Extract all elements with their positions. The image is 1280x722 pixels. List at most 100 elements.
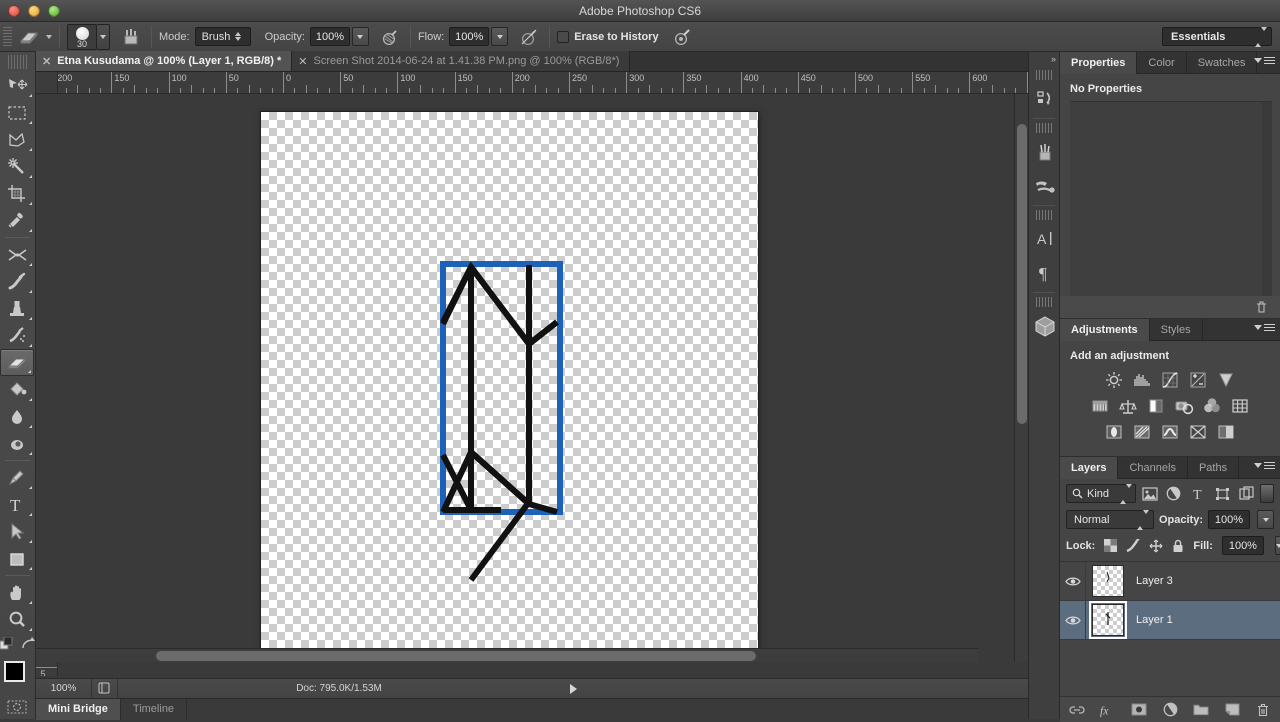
brightness-contrast-icon[interactable] [1103,370,1125,390]
table-row[interactable]: Layer 3 [1060,562,1280,601]
eraser-icon[interactable] [16,26,42,48]
lock-transparent-pixels-icon[interactable] [1104,539,1118,552]
3d-panel-icon[interactable] [1029,309,1061,343]
vertical-scrollbar[interactable] [1014,94,1028,662]
hue-saturation-icon[interactable] [1089,396,1111,416]
quick-mask-icon[interactable] [0,695,34,719]
exposure-icon[interactable] [1187,370,1209,390]
spot-healing-brush-tool[interactable] [0,241,34,268]
threshold-icon[interactable] [1159,422,1181,442]
layer-name[interactable]: Layer 3 [1130,575,1173,587]
tablet-pressure-opacity-icon[interactable] [377,26,403,48]
rectangular-marquee-tool[interactable] [0,99,34,126]
airbrush-icon[interactable] [670,26,696,48]
character-panel-icon[interactable]: A [1029,222,1061,256]
clone-stamp-tool[interactable] [0,295,34,322]
tablet-pressure-size-icon[interactable] [516,26,542,48]
brush-panel-icon[interactable] [118,26,144,48]
table-row[interactable]: Layer 1 [1060,601,1280,640]
black-white-icon[interactable] [1145,396,1167,416]
color-lookup-icon[interactable] [1229,396,1251,416]
pixel-layers-filter-icon[interactable] [1140,484,1160,503]
layer-filter-kind-select[interactable]: Kind [1066,483,1136,504]
rectangle-tool[interactable] [0,545,34,572]
swap-colors-icon[interactable] [21,637,35,651]
gradient-tool[interactable] [0,403,34,430]
delete-icon[interactable] [1255,300,1268,314]
tab-styles[interactable]: Styles [1150,319,1203,341]
default-colors-icon[interactable] [0,637,14,651]
horizontal-scrollbar[interactable] [36,648,978,662]
opacity-input[interactable]: 100% [309,27,350,46]
gradient-map-icon[interactable] [1187,422,1209,442]
brush-tool[interactable] [0,268,34,295]
layer-style-icon[interactable]: fx [1100,702,1116,718]
dock-grip[interactable] [1036,210,1052,220]
vertical-scroll-thumb[interactable] [1017,124,1027,424]
blur-tool[interactable] [0,430,34,457]
layer-visibility-toggle[interactable] [1060,601,1086,639]
color-swatches[interactable] [0,659,35,695]
status-menu-arrow-icon[interactable] [560,683,586,694]
invert-icon[interactable] [1103,422,1125,442]
add-layer-mask-icon[interactable] [1131,702,1147,718]
tab-timeline[interactable]: Timeline [121,698,188,720]
zoom-level-input[interactable]: 100% [36,678,92,699]
brush-preview[interactable]: 30 [67,23,97,50]
selective-color-icon[interactable] [1215,422,1237,442]
close-icon[interactable]: ✕ [298,55,307,68]
paragraph-panel-icon[interactable]: ¶ [1029,256,1061,290]
blend-mode-select[interactable]: Normal [1066,509,1154,530]
link-layers-icon[interactable] [1069,702,1085,718]
erase-to-history-checkbox[interactable] [557,30,570,43]
history-brush-tool[interactable] [0,322,34,349]
new-group-icon[interactable] [1193,702,1209,718]
properties-scrollbar[interactable] [1262,102,1272,296]
curves-icon[interactable] [1159,370,1181,390]
tab-color[interactable]: Color [1137,52,1187,74]
new-fill-adjustment-icon[interactable] [1162,702,1178,718]
dock-grip[interactable] [1036,70,1052,80]
brush-presets-panel-icon[interactable] [1029,169,1061,203]
color-balance-icon[interactable] [1117,396,1139,416]
lasso-tool[interactable] [0,126,34,153]
brush-preset-chevron-icon[interactable] [97,23,110,50]
expand-panels-icon[interactable]: » [1051,54,1056,64]
horizontal-ruler[interactable]: 200 150 100 50 0 50 100 150 200 250 300 350 400 450 50… [58,72,1028,94]
flow-input[interactable]: 100% [449,27,490,46]
tab-adjustments[interactable]: Adjustments [1060,319,1150,341]
document-preview-icon[interactable] [92,679,118,698]
layer-thumbnail-cell[interactable] [1086,565,1130,597]
adjustment-layers-filter-icon[interactable] [1164,484,1184,503]
panel-menu-icon[interactable] [1254,57,1275,64]
panel-menu-icon[interactable] [1254,462,1275,469]
tab-swatches[interactable]: Swatches [1187,52,1258,74]
posterize-icon[interactable] [1131,422,1153,442]
levels-icon[interactable] [1131,370,1153,390]
layer-opacity-chevron-icon[interactable] [1257,510,1274,529]
close-icon[interactable]: ✕ [42,55,51,68]
move-tool[interactable] [0,72,34,99]
dock-grip[interactable] [1036,297,1052,307]
tab-mini-bridge[interactable]: Mini Bridge [36,698,121,720]
zoom-tool[interactable] [0,606,34,633]
lock-image-pixels-icon[interactable] [1126,539,1140,552]
layer-opacity-input[interactable]: 100% [1208,510,1250,529]
vibrance-icon[interactable] [1215,370,1237,390]
artboard[interactable] [261,112,758,657]
document-tab-inactive[interactable]: ✕ Screen Shot 2014-06-24 at 1.41.38 PM.p… [292,51,631,71]
horizontal-type-tool[interactable]: T [0,491,34,518]
crop-tool[interactable] [0,180,34,207]
photo-filter-icon[interactable] [1173,396,1195,416]
shape-layers-filter-icon[interactable] [1212,484,1232,503]
options-bar-grip[interactable] [3,26,12,47]
brush-preset-picker[interactable]: 30 [67,23,110,50]
dock-grip[interactable] [1036,123,1052,133]
foreground-color-swatch[interactable] [4,661,25,682]
opacity-chevron-icon[interactable] [351,27,369,46]
eyedropper-tool[interactable] [0,207,34,234]
workspace-select[interactable]: Essentials [1162,26,1272,47]
ruler-corner[interactable] [36,72,58,94]
tab-properties[interactable]: Properties [1060,52,1138,74]
canvas-area[interactable] [36,94,992,662]
